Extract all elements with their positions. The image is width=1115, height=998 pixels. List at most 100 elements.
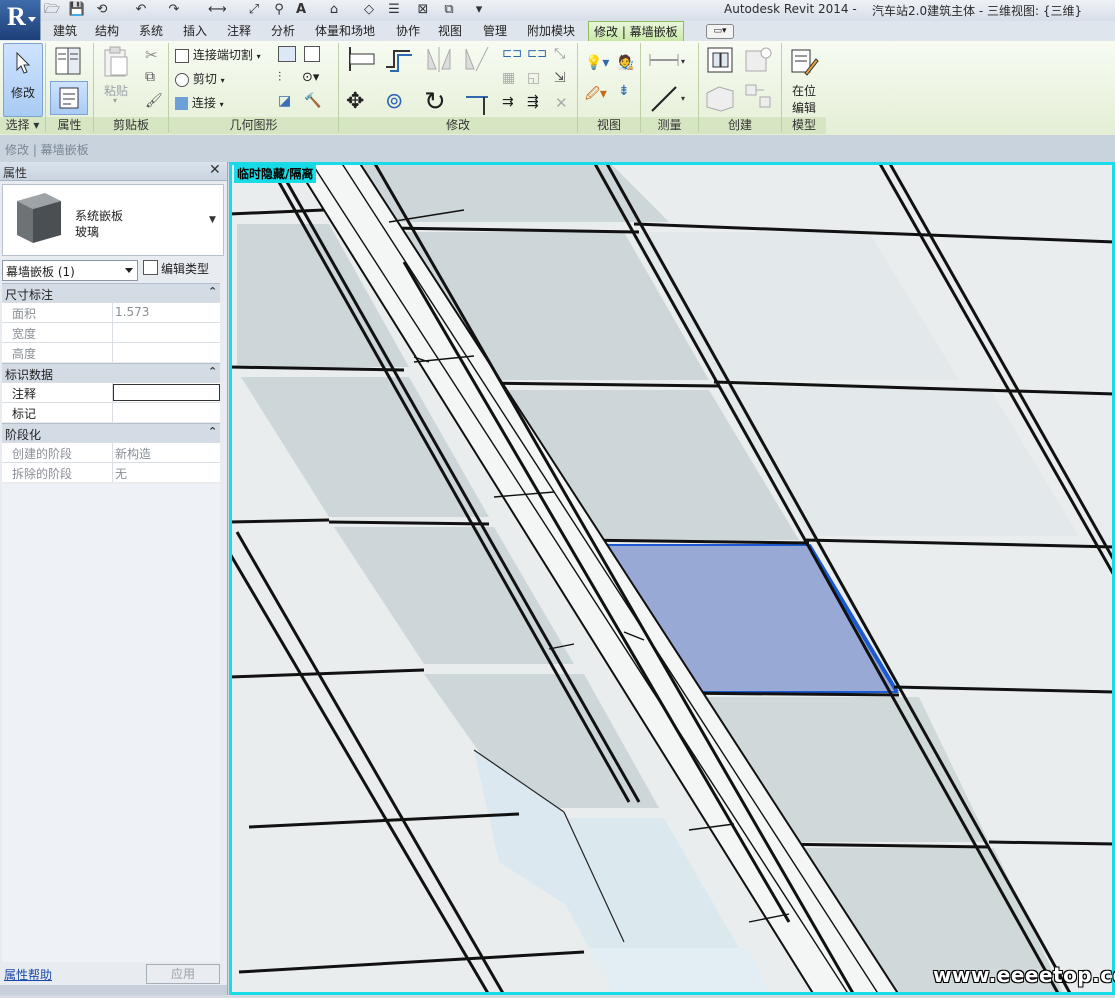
thin-lines-icon[interactable]: ☰ xyxy=(385,1,403,19)
split-face-icon[interactable] xyxy=(304,46,320,62)
chevron-down-icon[interactable]: ▼ xyxy=(209,215,216,225)
mirror-draw-icon[interactable] xyxy=(462,45,492,73)
save-icon[interactable]: 💾 xyxy=(68,1,86,19)
redo-icon[interactable]: ↷ xyxy=(165,1,183,19)
dimension-icon[interactable]: ⤢ xyxy=(245,1,263,19)
hide-in-view-icon[interactable]: 💡▾ xyxy=(585,55,609,71)
panel-type-thumbnail-icon xyxy=(5,187,71,251)
pin-icon[interactable]: ⤡ xyxy=(554,46,565,62)
3d-viewport[interactable] xyxy=(229,162,1115,995)
offset-icon[interactable] xyxy=(384,45,414,73)
trim-single-icon[interactable]: ⇶ xyxy=(527,94,539,110)
demolish-icon[interactable]: ⊙▾ xyxy=(302,70,319,85)
tag-icon[interactable]: ⚲ xyxy=(270,1,288,19)
measure-icon[interactable]: ⟷ xyxy=(208,1,227,19)
tab-systems[interactable]: 系统 xyxy=(137,21,165,41)
tab-insert[interactable]: 插入 xyxy=(181,21,209,41)
ribbon-minimize-toggle[interactable]: ▭▾ xyxy=(706,24,734,39)
type-properties-icon[interactable] xyxy=(52,45,84,77)
tab-analyze[interactable]: 分析 xyxy=(269,21,297,41)
tab-architecture[interactable]: 建筑 xyxy=(51,21,79,41)
open-icon[interactable]: 🗁 xyxy=(43,1,61,19)
svg-text:▾: ▾ xyxy=(681,94,685,103)
move-icon[interactable]: ✥ xyxy=(346,89,364,114)
project-browser-tabs[interactable] xyxy=(0,985,227,995)
align-icon[interactable] xyxy=(347,45,377,73)
tab-massing-site[interactable]: 体量和场地 xyxy=(313,21,377,41)
property-row: 注释 xyxy=(2,382,220,402)
application-menu-button[interactable]: R xyxy=(0,0,41,40)
mirror-axis-icon[interactable] xyxy=(424,45,454,73)
split-gap-icon[interactable]: ⊏⊐ xyxy=(527,46,547,60)
paint-icon[interactable]: ◪ xyxy=(278,93,291,109)
wall-joins-icon[interactable] xyxy=(278,46,296,62)
match-properties-icon[interactable]: 🖌 xyxy=(145,93,163,109)
create-parts-icon[interactable] xyxy=(703,81,737,113)
customize-qat-icon[interactable]: ▾ xyxy=(470,1,488,19)
create-group-icon[interactable] xyxy=(705,45,735,75)
scale-icon[interactable]: ◱ xyxy=(527,70,540,86)
create-similar-icon[interactable] xyxy=(742,45,774,75)
measure-between-icon[interactable]: ▾ xyxy=(648,49,688,71)
paste-icon[interactable] xyxy=(102,45,130,79)
tab-view[interactable]: 视图 xyxy=(436,21,464,41)
linework-icon[interactable]: 🖉▾ xyxy=(585,83,607,107)
close-icon[interactable]: ✕ xyxy=(209,162,221,178)
curtain-wall-3d-view[interactable] xyxy=(229,162,1115,995)
join-cut-button[interactable]: 连接端切割 ▾ xyxy=(175,46,261,63)
properties-help-link[interactable]: 属性帮助 xyxy=(4,966,52,983)
tab-structure[interactable]: 结构 xyxy=(93,21,121,41)
tab-manage[interactable]: 管理 xyxy=(481,21,509,41)
group-identity-data[interactable]: 标识数据 ⌃ xyxy=(2,363,220,382)
array-icon[interactable]: ▦ xyxy=(502,70,515,86)
split-element-icon[interactable]: ⊏⊐ xyxy=(502,46,522,60)
3d-view-icon[interactable]: ⌂ xyxy=(325,1,343,19)
delete-icon[interactable]: ✕ xyxy=(555,94,568,112)
close-hidden-icon[interactable]: ⊠ xyxy=(414,1,432,19)
modify-button[interactable]: 修改 xyxy=(3,43,43,117)
chevron-down-icon xyxy=(125,268,133,273)
properties-palette: 属性 ✕ 系统嵌板 玻璃 ▼ 幕墙嵌板 (1) 编辑类型 尺寸标注 ⌃ 面积 1.5… xyxy=(0,162,228,995)
property-key: 高度 xyxy=(12,347,37,361)
group-phasing[interactable]: 阶段化 ⌃ xyxy=(2,423,220,442)
undo-icon[interactable]: ↶ xyxy=(132,1,150,19)
copy-elements-icon[interactable]: ⊚ xyxy=(385,89,403,114)
properties-toggle-button[interactable] xyxy=(50,81,88,115)
trim-extend-icon[interactable] xyxy=(462,89,492,117)
text-icon[interactable]: A xyxy=(292,1,310,19)
clipboard-panel-label: 剪贴板 xyxy=(94,117,168,134)
cut-geometry-button[interactable]: 剪切 ▾ xyxy=(175,70,225,87)
chevron-down-icon: ▾ xyxy=(220,76,225,85)
rotate-icon[interactable]: ↻ xyxy=(424,87,446,117)
tab-collaborate[interactable]: 协作 xyxy=(394,21,422,41)
apply-button[interactable]: 应用 xyxy=(146,964,220,984)
tab-modify-curtain-panel[interactable]: 修改 | 幕墙嵌板 xyxy=(588,21,684,42)
sync-icon[interactable]: ⟲ xyxy=(93,1,111,19)
comments-input[interactable] xyxy=(113,384,220,401)
beam-join-icon[interactable]: ⫶ xyxy=(278,70,281,85)
create-assembly-icon[interactable] xyxy=(742,81,774,113)
trim-multiple-icon[interactable]: ⇉ xyxy=(502,94,514,110)
reveal-icon[interactable]: ⇟ xyxy=(618,83,630,99)
instance-filter-dropdown[interactable]: 幕墙嵌板 (1) xyxy=(2,260,138,281)
override-graphics-icon[interactable]: 🧑‍🎨 xyxy=(617,55,634,71)
join-geometry-button[interactable]: 连接 ▾ xyxy=(175,94,224,111)
edit-type-button[interactable]: 编辑类型 xyxy=(143,260,221,279)
property-key: 面积 xyxy=(12,307,37,321)
edit-type-label: 编辑类型 xyxy=(161,262,210,276)
section-icon[interactable]: ◇ xyxy=(360,1,378,19)
tab-annotate[interactable]: 注释 xyxy=(225,21,253,41)
cut-icon[interactable]: ✂ xyxy=(145,46,158,64)
aligned-dimension-icon[interactable]: ▾ xyxy=(648,81,688,115)
select-panel-label[interactable]: 选择 ▾ xyxy=(0,117,45,134)
copy-icon[interactable]: ⧉ xyxy=(145,69,155,85)
property-value: 无 xyxy=(115,467,128,481)
remove-paint-icon[interactable]: 🔨 xyxy=(304,93,321,109)
switch-windows-icon[interactable]: ⧉ xyxy=(440,1,458,19)
unpin-icon[interactable]: ⇲ xyxy=(554,70,566,86)
group-dimensions[interactable]: 尺寸标注 ⌃ xyxy=(2,283,220,302)
property-row: 创建的阶段 新构造 xyxy=(2,442,220,462)
in-place-edit-button[interactable]: 在位 编辑 xyxy=(786,43,824,117)
tab-addins[interactable]: 附加模块 xyxy=(525,21,577,41)
type-selector[interactable]: 系统嵌板 玻璃 ▼ xyxy=(2,184,224,256)
